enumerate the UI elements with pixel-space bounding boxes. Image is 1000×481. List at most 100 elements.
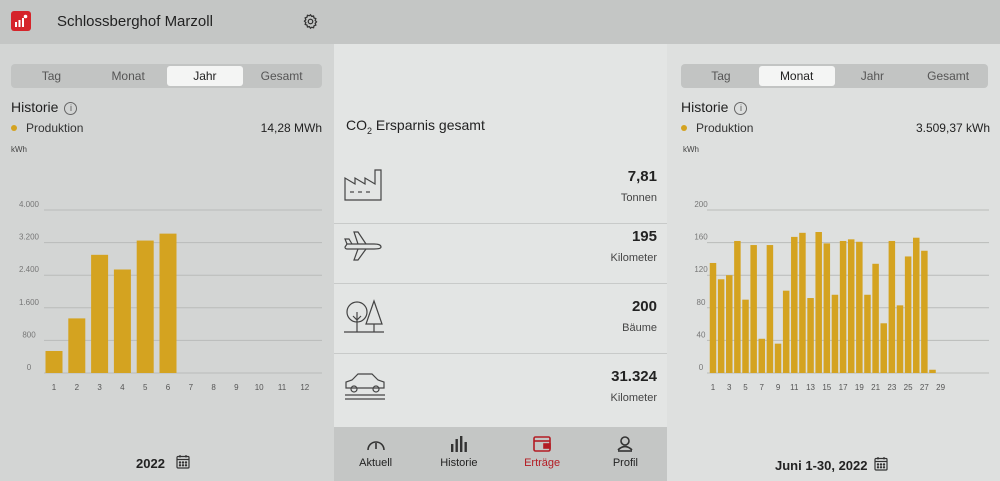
x-tick-label: 4: [120, 383, 125, 392]
solar-app-logo-icon: [11, 11, 31, 31]
bar: [888, 240, 896, 373]
tab-jahr[interactable]: Jahr: [835, 66, 911, 86]
bar: [864, 294, 871, 373]
y-tick-label: 40: [697, 330, 706, 339]
bar: [791, 236, 798, 373]
x-tick-label: 27: [920, 383, 929, 392]
bar: [904, 256, 912, 373]
co2-value: 200: [631, 298, 657, 315]
bar: [726, 275, 733, 373]
tab-jahr[interactable]: Jahr: [166, 66, 244, 86]
year-production-chart: kWh08001.6002.4003.2004.0001 2 3 4 5 6 7 8 9 10 11…: [11, 145, 322, 392]
bar: [839, 240, 847, 373]
co2-title-prefix: CO: [346, 117, 367, 133]
nav-aktuell[interactable]: Aktuell: [334, 427, 417, 481]
bar: [774, 343, 782, 373]
legend-label: Produktion: [26, 121, 84, 135]
x-tick-label: 3: [97, 383, 102, 392]
gear-icon[interactable]: [302, 13, 319, 35]
info-icon[interactable]: i: [734, 102, 748, 115]
month-production-chart: kWh040801201602001 3 5 7 9 11 13 15 17 19 21 23 25 27…: [683, 145, 989, 392]
bar: [68, 318, 86, 373]
x-tick-label: 21: [871, 383, 880, 392]
bar: [896, 305, 904, 373]
bar: [734, 240, 741, 373]
airplane-icon: [344, 228, 384, 267]
wallet-icon: [533, 436, 551, 452]
history-title: Historie i: [681, 99, 748, 115]
co2-unit: Bäume: [622, 322, 657, 334]
month-history-panel: Tag Monat Jahr Gesamt Historie i Produkti…: [667, 44, 1000, 481]
bar: [913, 237, 920, 373]
legend-label: Produktion: [696, 121, 754, 135]
x-tick-label: 10: [255, 383, 264, 392]
nav-label: Aktuell: [359, 457, 393, 469]
bar: [742, 299, 749, 373]
y-tick-label: 120: [694, 265, 708, 274]
y-tick-label: 800: [22, 330, 36, 339]
y-tick-label: 2.400: [19, 265, 40, 274]
car-icon: [344, 368, 386, 407]
bar: [45, 350, 63, 373]
x-tick-label: 25: [904, 383, 913, 392]
x-tick-label: 12: [300, 383, 309, 392]
bar: [758, 338, 766, 373]
nav-label: Historie: [440, 457, 478, 469]
co2-savings-panel: CO2 Ersparnis gesamt 7,81 Tonnen 195 Kil…: [334, 44, 667, 481]
x-tick-label: 8: [211, 383, 216, 392]
nav-ertraege[interactable]: Erträge: [501, 427, 584, 481]
legend: Produktion: [681, 121, 753, 135]
trees-icon: [344, 298, 384, 339]
bar: [847, 239, 855, 373]
co2-row-car-km: 31.324 Kilometer: [334, 354, 667, 424]
bar: [766, 245, 774, 373]
x-tick-label: 1: [711, 383, 716, 392]
nav-profil[interactable]: Profil: [584, 427, 667, 481]
period-label: Juni 1-30, 2022: [775, 458, 868, 473]
y-axis-unit: kWh: [11, 145, 27, 154]
co2-title: CO2 Ersparnis gesamt: [346, 117, 485, 136]
tab-monat[interactable]: Monat: [758, 66, 835, 86]
bottom-navigation: Aktuell Historie Erträge Profil: [334, 427, 667, 481]
y-axis-unit: kWh: [683, 145, 699, 154]
bar: [717, 279, 725, 373]
co2-value: 31.324: [611, 368, 657, 385]
legend-swatch: [681, 125, 687, 131]
tab-monat[interactable]: Monat: [90, 66, 167, 86]
info-icon[interactable]: i: [64, 102, 78, 115]
co2-value: 7,81: [627, 168, 657, 185]
y-tick-label: 80: [697, 298, 706, 307]
x-tick-label: 9: [234, 383, 239, 392]
tab-tag[interactable]: Tag: [13, 66, 90, 86]
bar: [856, 241, 863, 373]
tab-gesamt[interactable]: Gesamt: [243, 66, 320, 86]
tab-tag[interactable]: Tag: [683, 66, 759, 86]
calendar-icon[interactable]: [874, 456, 888, 476]
y-tick-label: 0: [27, 363, 32, 372]
x-tick-label: 17: [839, 383, 848, 392]
x-tick-label: 13: [806, 383, 815, 392]
period-label: 2022: [136, 456, 165, 471]
bar: [880, 323, 887, 373]
history-title-label: Historie: [681, 99, 729, 115]
bar: [782, 290, 790, 373]
tab-gesamt[interactable]: Gesamt: [910, 66, 986, 86]
x-tick-label: 23: [887, 383, 896, 392]
x-tick-label: 7: [760, 383, 765, 392]
calendar-icon[interactable]: [176, 454, 190, 474]
legend: Produktion: [11, 121, 83, 135]
year-history-panel: Tag Monat Jahr Gesamt Historie i Produkti…: [0, 44, 334, 481]
bar: [113, 269, 131, 373]
bar-chart-icon: [450, 436, 467, 452]
y-tick-label: 3.200: [19, 233, 40, 242]
bar: [815, 232, 822, 373]
y-tick-label: 200: [694, 200, 708, 209]
nav-historie[interactable]: Historie: [417, 427, 500, 481]
x-tick-label: 5: [743, 383, 748, 392]
co2-unit: Kilometer: [610, 392, 657, 404]
bar: [921, 250, 928, 373]
co2-unit: Kilometer: [610, 252, 657, 264]
x-tick-label: 29: [936, 383, 945, 392]
bar: [823, 243, 831, 373]
y-tick-label: 1.600: [19, 298, 40, 307]
